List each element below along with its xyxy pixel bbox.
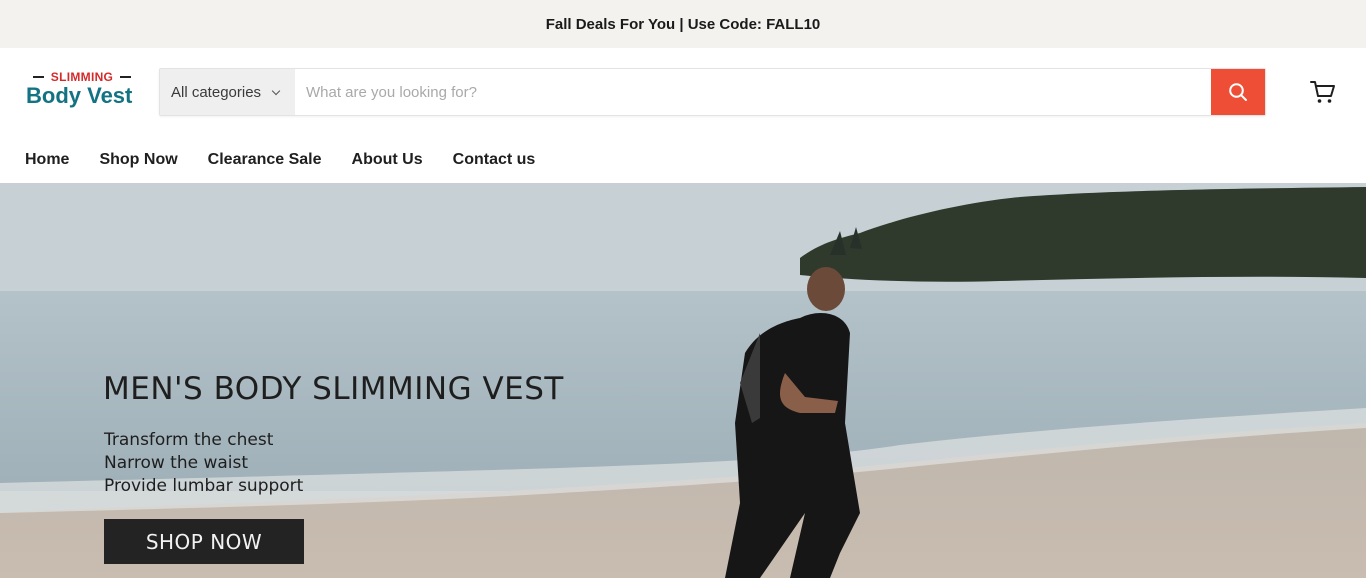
cart-button[interactable] (1306, 76, 1340, 108)
logo-main-text: Body Vest (26, 83, 133, 108)
logo-tagline-row: SLIMMING (26, 70, 138, 84)
nav-item-shop-now[interactable]: Shop Now (99, 151, 177, 169)
main-nav: Home Shop Now Clearance Sale About Us Co… (0, 136, 1366, 183)
logo[interactable]: SLIMMING Body Vest (26, 70, 138, 112)
search-icon (1229, 83, 1247, 101)
nav-item-about-us[interactable]: About Us (352, 151, 423, 169)
logo-small-text: SLIMMING (50, 70, 114, 84)
shop-now-button-label: SHOP NOW (145, 529, 263, 554)
hero-feature-list: Transform the chest Narrow the waist Pro… (104, 429, 303, 498)
search-bar: All categories (159, 68, 1266, 116)
announcement-bar: Fall Deals For You | Use Code: FALL10 (0, 0, 1366, 48)
site-header: SLIMMING Body Vest All categories (0, 48, 1366, 136)
search-input[interactable] (295, 69, 1211, 115)
search-button[interactable] (1211, 69, 1265, 115)
shop-now-button[interactable]: SHOP NOW (104, 519, 304, 564)
hero-feature-line: Narrow the waist (104, 453, 249, 473)
hero-title: MEN'S BODY SLIMMING VEST (103, 371, 564, 407)
nav-item-contact-us[interactable]: Contact us (453, 151, 536, 169)
logo-dash-left (32, 76, 44, 78)
cart-icon (1310, 81, 1335, 103)
chevron-down-icon (271, 86, 281, 95)
nav-item-clearance-sale[interactable]: Clearance Sale (208, 151, 322, 169)
logo-dash-right (120, 76, 132, 78)
hero-feature-line: Transform the chest (104, 430, 274, 450)
hero-feature-line: Provide lumbar support (104, 476, 304, 496)
nav-item-home[interactable]: Home (25, 151, 69, 169)
hero-banner: MEN'S BODY SLIMMING VEST Transform the c… (0, 183, 1366, 578)
category-select[interactable]: All categories (160, 69, 295, 115)
category-select-label: All categories (171, 83, 262, 101)
announcement-text: Fall Deals For You | Use Code: FALL10 (545, 15, 821, 33)
